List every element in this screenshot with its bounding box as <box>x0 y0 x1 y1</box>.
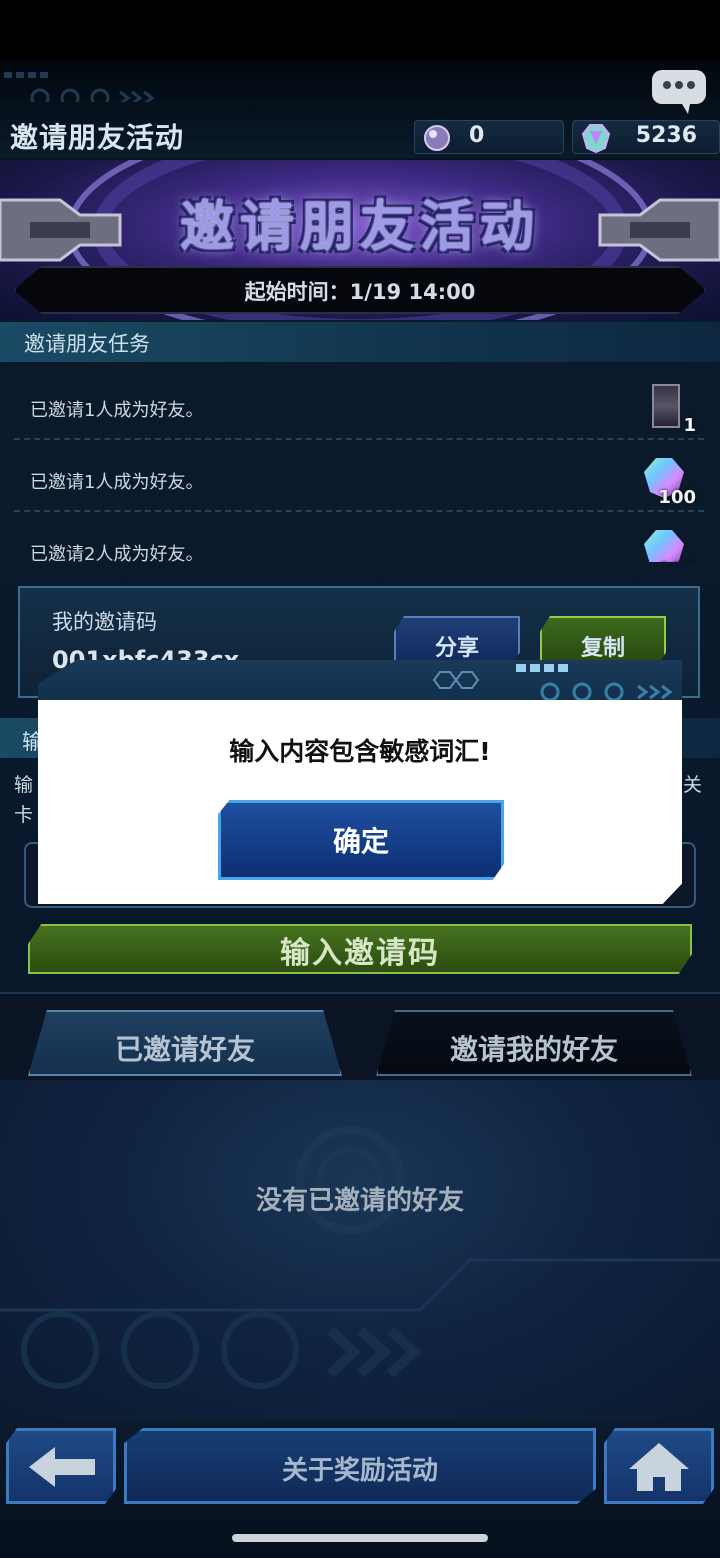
ok-button-label: 确定 <box>332 825 389 858</box>
dialog-header-decoration <box>432 664 673 700</box>
dialog-message: 输入内容包含敏感词汇! <box>229 737 491 766</box>
dialog-header <box>38 660 682 700</box>
